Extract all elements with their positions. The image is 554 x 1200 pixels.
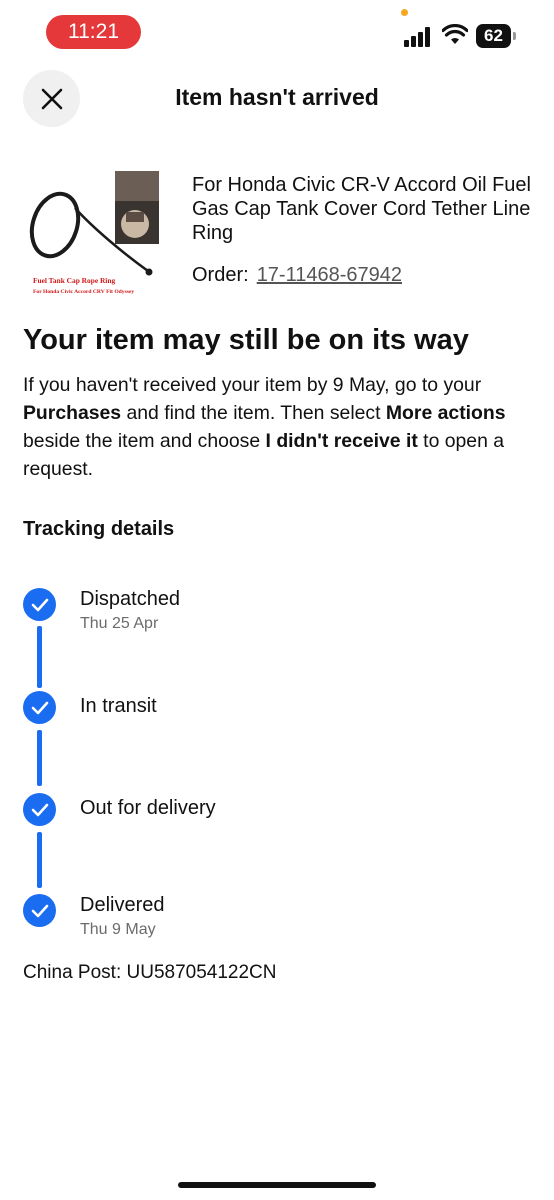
product-image-graphic: Fuel Tank Cap Rope Ring For Honda Civic … [23,168,161,298]
tracking-step: In transit [23,691,533,751]
header: Item hasn't arrived [0,70,554,128]
battery-level: 62 [476,24,511,48]
product-card: Fuel Tank Cap Rope Ring For Honda Civic … [23,168,533,303]
step-label: Out for delivery [80,797,216,819]
battery-icon: 62 [476,24,516,48]
step-date: Thu 9 May [80,921,156,938]
order-row: Order: 17-11468-67942 [192,264,402,287]
step-label: Delivered [80,894,165,916]
check-icon [23,894,56,927]
purchases-term: Purchases [23,402,122,424]
tracking-step: Dispatched Thu 25 Apr [23,588,533,648]
wifi-icon [442,24,468,44]
product-title[interactable]: For Honda Civic CR-V Accord Oil Fuel Gas… [192,173,537,245]
step-label: Dispatched [80,588,181,610]
didnt-receive-term: I didn't receive it [265,430,418,452]
info-paragraph: If you haven't received your item by 9 M… [23,374,506,480]
check-icon [23,588,56,621]
home-indicator[interactable] [178,1182,376,1188]
tracking-title: Tracking details [23,518,175,540]
image-caption-line2: For Honda Civic Accord CRV Fit Odyssey [33,289,134,295]
status-headline: Your item may still be on its way [23,324,469,356]
image-caption-line1: Fuel Tank Cap Rope Ring [33,276,115,285]
order-number-link[interactable]: 17-11468-67942 [257,264,402,286]
status-time: 11:21 [46,15,141,49]
tracking-step: Delivered Thu 9 May [23,894,533,954]
more-actions-term: More actions [385,402,506,424]
carrier-tracking-number: China Post: UU587054122CN [23,962,277,983]
check-icon [23,793,56,826]
product-image[interactable]: Fuel Tank Cap Rope Ring For Honda Civic … [23,168,161,298]
step-label: In transit [80,695,157,717]
order-label: Order: [192,264,249,286]
status-bar: 11:21 62 [0,0,554,64]
page-title: Item hasn't arrived [175,84,379,110]
signal-icon [404,25,436,47]
tracking-timeline: Dispatched Thu 25 Apr In transit Out for… [23,588,533,948]
tracking-step: Out for delivery [23,793,533,853]
check-icon [23,691,56,724]
step-date: Thu 25 Apr [80,615,159,632]
privacy-indicator [401,9,408,16]
